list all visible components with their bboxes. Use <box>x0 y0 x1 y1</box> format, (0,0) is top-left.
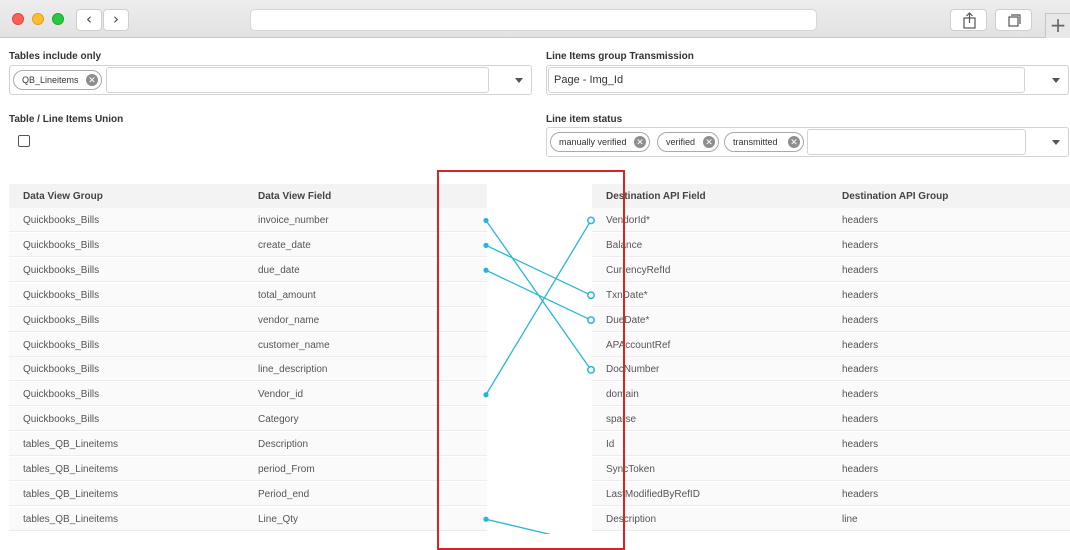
highlight-box <box>437 170 625 550</box>
